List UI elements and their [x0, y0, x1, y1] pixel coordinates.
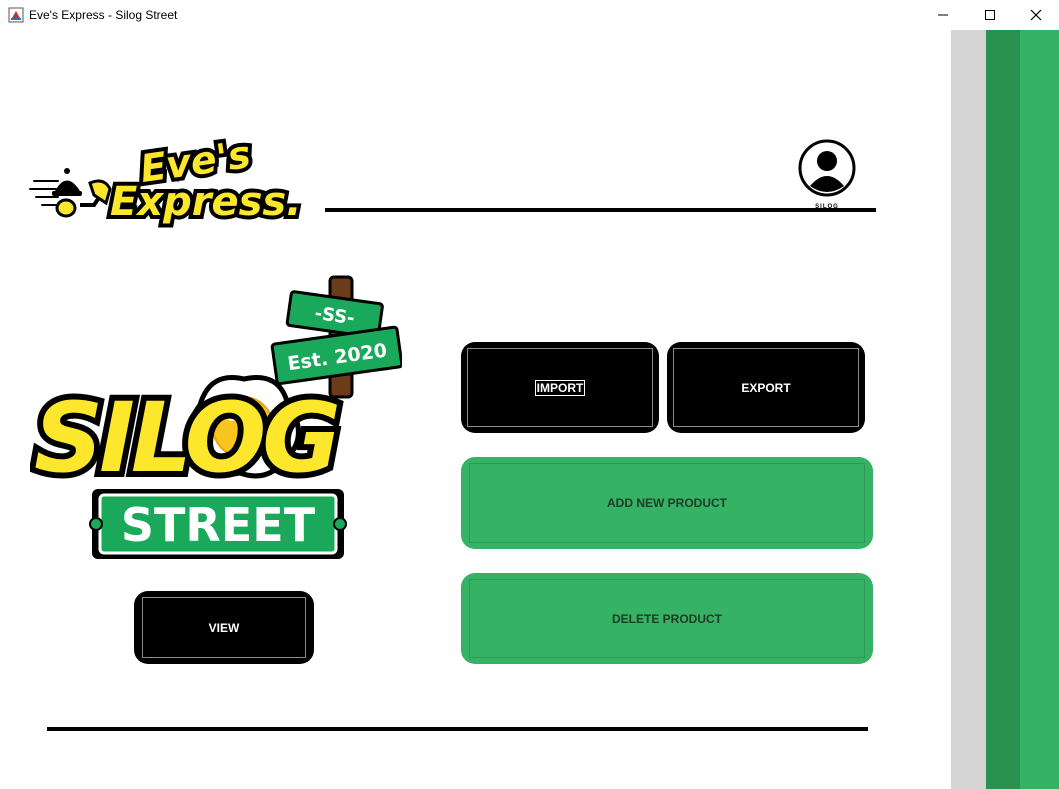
side-stripe-dark-green: [986, 30, 1020, 789]
user-profile[interactable]: SILOG: [797, 138, 857, 214]
delete-label: DELETE PRODUCT: [611, 611, 722, 626]
export-button[interactable]: EXPORT: [667, 342, 865, 433]
user-label: SILOG: [815, 204, 839, 210]
view-label: VIEW: [208, 620, 240, 635]
delete-product-button[interactable]: DELETE PRODUCT: [461, 573, 873, 664]
maximize-button[interactable]: [967, 0, 1013, 30]
svg-text:Express.: Express.: [110, 179, 301, 225]
minimize-icon: [938, 14, 948, 16]
add-label: ADD NEW PRODUCT: [607, 496, 727, 510]
close-icon: [1030, 9, 1042, 21]
import-label: IMPORT: [534, 379, 586, 396]
minimize-button[interactable]: [920, 0, 966, 30]
svg-text:STREET: STREET: [121, 498, 316, 552]
user-icon: [798, 139, 856, 197]
export-button-frame: EXPORT: [673, 348, 859, 427]
close-button[interactable]: [1013, 0, 1059, 30]
export-label: EXPORT: [741, 380, 791, 395]
silog-street-logo: -SS- Est. 2020 SILOG STREET: [30, 275, 402, 559]
import-button-frame: IMPORT: [467, 348, 653, 427]
add-button-frame: ADD NEW PRODUCT: [469, 463, 865, 543]
view-button-frame: VIEW: [142, 597, 306, 658]
header-divider: [325, 208, 876, 212]
import-button[interactable]: IMPORT: [461, 342, 659, 433]
view-button[interactable]: VIEW: [134, 591, 314, 664]
java-app-icon: [8, 7, 24, 23]
side-stripe-gray: [951, 30, 986, 789]
maximize-icon: [985, 10, 995, 20]
title-bar: Eve's Express - Silog Street: [0, 0, 1059, 30]
side-stripe-green: [1020, 30, 1059, 789]
add-new-product-button[interactable]: ADD NEW PRODUCT: [461, 457, 873, 549]
eves-express-logo: Eve's Express.: [29, 133, 305, 229]
delete-button-frame: DELETE PRODUCT: [469, 579, 865, 658]
svg-text:SILOG: SILOG: [34, 382, 337, 494]
window-title: Eve's Express - Silog Street: [29, 8, 178, 22]
footer-divider: [47, 727, 868, 731]
